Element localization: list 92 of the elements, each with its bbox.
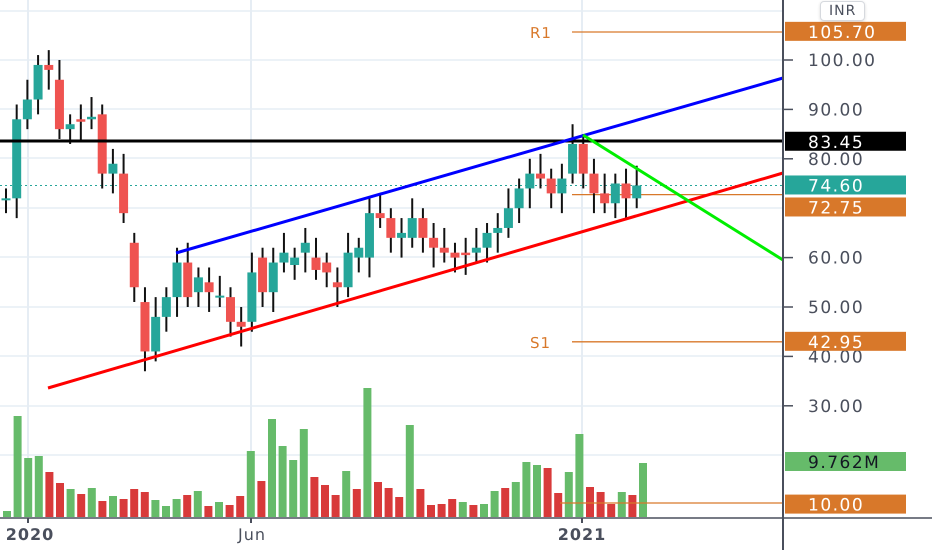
candlestick [312,238,320,280]
volume-bar [332,495,340,517]
axis-tick-label: 90.00 [808,100,864,120]
candlestick [632,166,642,208]
candlestick [578,134,588,188]
time-axis-label: 2020 [6,525,54,544]
candlestick [290,248,300,280]
candlestick [376,193,385,228]
candlestick [504,188,513,238]
volume-bar [183,495,192,517]
candlestick [600,174,610,214]
candlestick [66,114,75,144]
candlestick [76,104,86,142]
volume-bar [544,468,552,517]
candlestick [472,228,481,263]
candlestick [525,158,534,208]
candlestick [461,238,470,275]
volume-bar [109,496,117,517]
candlestick [440,228,449,263]
candlestick [568,124,578,184]
candlestick [300,228,310,272]
volume-bar [56,483,64,517]
volume-bar [66,489,75,517]
candlestick [408,198,417,248]
candlestick [546,168,556,208]
volume-bar [236,496,244,517]
price-label: 10.00 [785,494,906,516]
volume-bar [395,497,404,517]
volume-bar [533,465,541,517]
candlestick [226,287,235,337]
candlestick [514,178,524,224]
volume-bar [215,502,223,517]
volume-bar [639,463,647,517]
volume-bar [374,482,382,517]
candlestick [204,267,214,312]
candlestick [215,276,224,307]
level-name: R1 [530,24,552,42]
candlestick [589,158,598,214]
volume-bar [77,494,86,517]
volume-bar [490,491,499,517]
candlestick [429,223,438,268]
volume-bar [586,487,594,517]
volume-bar [278,446,287,517]
candlestick [397,218,406,258]
candlestick [130,232,139,302]
axis-tick-label: 30.00 [808,396,864,417]
candlestick [332,267,342,307]
currency-button[interactable]: INR [820,1,866,21]
volume-bar [438,504,446,517]
axis-tick-label: 60.00 [808,248,864,269]
volume-bar [172,499,181,517]
volume-bar [448,499,456,517]
volume-bar [501,488,510,517]
candlestick [622,168,631,218]
price-label: 74.60 [785,175,906,196]
price-label: 72.75 [785,197,906,218]
volume-bar [3,511,11,517]
candlestick [322,252,332,288]
volume-bar [226,505,234,517]
candlestick [482,223,492,263]
price-label: 105.70 [785,22,906,43]
volume-bar [480,504,488,517]
candlestick [119,154,128,224]
axis-tick-label: 100.00 [808,51,876,71]
volume-bar [607,504,616,517]
volume-bar [427,505,435,517]
time-axis-label: Jun [238,525,266,544]
candlestick [386,208,396,253]
candlestick [172,248,182,317]
level-name: S1 [530,334,552,352]
volume-bar [321,485,329,517]
volume-bar [554,493,562,517]
volume-bar [24,458,32,517]
volume-bar [289,460,298,517]
volume-bar [120,499,128,517]
candlestick [493,213,502,253]
volume-bar [384,488,393,517]
candlestick [610,174,620,218]
price-label: 83.45 [785,132,906,153]
candlestick [450,242,460,272]
volume-bar [162,506,170,517]
axis-tick-label: 50.00 [808,298,864,318]
price-label: 9.762M [785,452,906,473]
candlestick [2,188,10,214]
candlestick [258,248,268,307]
candlestick [536,154,545,188]
candlestick [557,164,566,214]
volume-bar [130,489,138,517]
volume-bar [342,471,350,517]
candlestick [418,208,428,253]
time-axis-label: 2021 [558,525,606,544]
volume-bar [596,492,605,517]
